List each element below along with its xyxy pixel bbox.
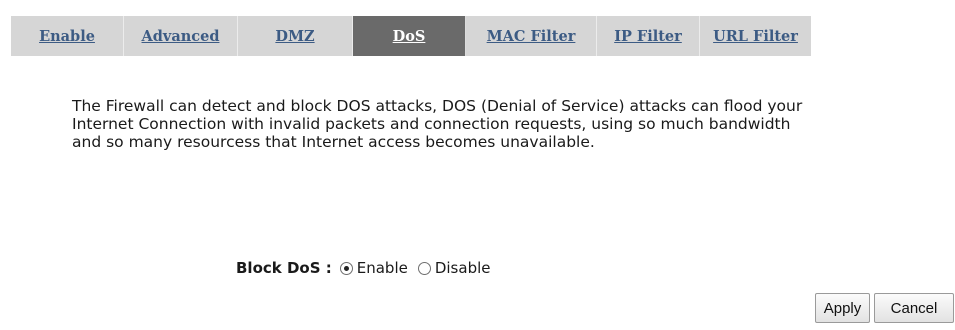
tab-dmz[interactable]: DMZ xyxy=(238,16,353,56)
dos-description: The Firewall can detect and block DOS at… xyxy=(72,97,952,151)
description-line-1: The Firewall can detect and block DOS at… xyxy=(72,97,803,115)
tab-mac-filter[interactable]: MAC Filter xyxy=(466,16,597,56)
cancel-button[interactable]: Cancel xyxy=(874,293,954,323)
description-line-2: Internet Connection with invalid packets… xyxy=(72,115,791,133)
block-dos-label: Block DoS : xyxy=(236,259,332,277)
tab-dos[interactable]: DoS xyxy=(353,16,466,56)
tab-bar: Enable Advanced DMZ DoS MAC Filter IP Fi… xyxy=(11,16,811,56)
tab-advanced[interactable]: Advanced xyxy=(124,16,238,56)
disable-radio[interactable] xyxy=(417,261,431,275)
tab-enable[interactable]: Enable xyxy=(11,16,124,56)
disable-radio-label: Disable xyxy=(434,259,491,277)
enable-radio-label: Enable xyxy=(356,259,408,277)
description-line-3: and so many resourcess that Internet acc… xyxy=(72,133,595,151)
block-dos-disable-option[interactable]: Disable xyxy=(417,259,491,277)
enable-radio[interactable] xyxy=(339,261,353,275)
apply-button[interactable]: Apply xyxy=(815,293,870,323)
block-dos-enable-option[interactable]: Enable xyxy=(339,259,408,277)
tab-ip-filter[interactable]: IP Filter xyxy=(597,16,700,56)
block-dos-row: Block DoS : Enable Disable xyxy=(236,258,501,278)
tab-url-filter[interactable]: URL Filter xyxy=(700,16,811,56)
